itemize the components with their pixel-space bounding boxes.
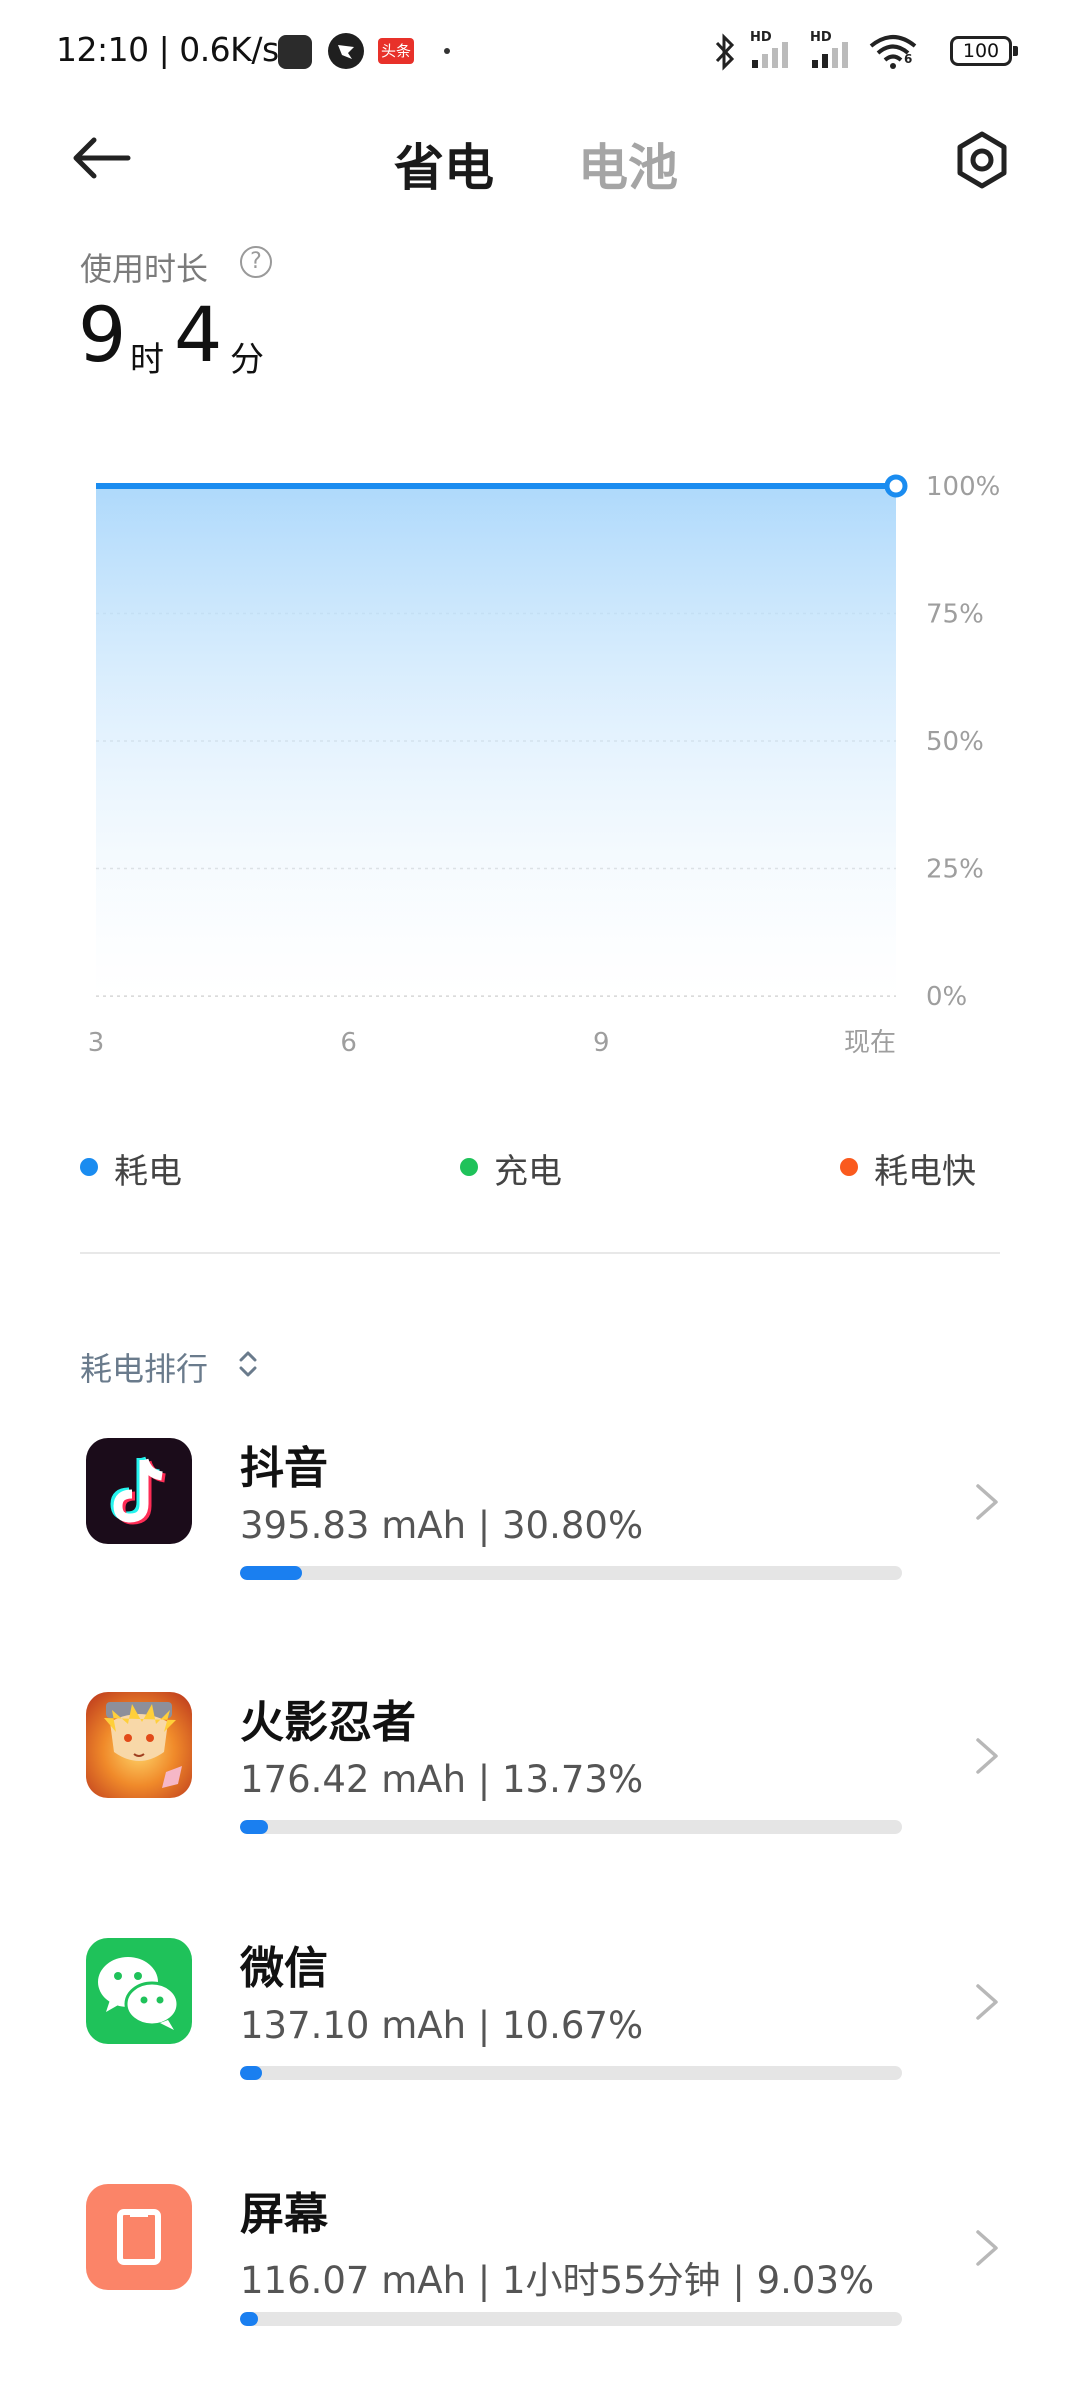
chart-x-tick-label: 3 <box>88 1028 105 1058</box>
help-icon[interactable]: ? <box>240 246 272 278</box>
chart-x-tick-label: 现在 <box>844 1028 896 1058</box>
ranking-sort-label[interactable]: 耗电排行 <box>80 1344 208 1390</box>
app-name: 抖音 <box>240 1443 328 1494</box>
chevron-right-icon <box>976 1984 998 2020</box>
app-row-wechat[interactable]: 微信 137.10 mAh | 10.67% <box>0 1938 1080 2148</box>
usage-progress-bar <box>240 2312 902 2326</box>
status-bar: 12:10 | 0.6K/s 头条 HD HD 6 100 <box>0 0 1080 100</box>
settings-icon <box>957 131 1007 189</box>
legend-dot-blue <box>80 1158 98 1176</box>
legend-label: 耗电 <box>114 1152 182 1192</box>
battery-icon: 100 <box>950 36 1018 66</box>
settings-button[interactable] <box>952 130 1012 190</box>
app-name: 微信 <box>240 1943 328 1994</box>
chevron-right-icon <box>976 2230 998 2266</box>
usage-progress-bar <box>240 2066 902 2080</box>
chevron-right-icon <box>976 1738 998 1774</box>
usage-progress-fill <box>240 2066 262 2080</box>
notification-app-icon <box>328 33 364 69</box>
tab-battery[interactable]: 电池 <box>578 128 678 200</box>
notification-app-icon <box>278 35 312 69</box>
tiktok-icon <box>86 1438 192 1544</box>
chart-y-tick-label: 100% <box>926 472 1000 502</box>
app-row-douyin[interactable]: 抖音 395.83 mAh | 30.80% <box>0 1438 1080 1648</box>
legend-label: 耗电快 <box>874 1152 976 1192</box>
battery-level-chart: 100% 75% 50% 25% 0% 3 6 9 现在 <box>88 472 1001 1058</box>
app-row-screen[interactable]: 屏幕 116.07 mAh | 1小时55分钟 | 9.03% <box>0 2184 1080 2394</box>
usage-progress-bar <box>240 1820 902 1834</box>
app-row-naruto[interactable]: 火影忍者 176.42 mAh | 13.73% <box>0 1692 1080 1902</box>
chart-y-tick-label: 25% <box>926 855 984 885</box>
app-usage-stats: 116.07 mAh | 1小时55分钟 | 9.03% <box>240 2259 875 2302</box>
usage-progress-fill <box>240 1566 303 1580</box>
legend-dot-orange <box>840 1158 858 1176</box>
app-usage-stats: 395.83 mAh | 30.80% <box>240 1504 644 1547</box>
usage-progress-fill <box>240 2312 259 2326</box>
chart-x-tick-label: 9 <box>593 1028 610 1058</box>
divider <box>80 1252 1000 1254</box>
app-name: 火影忍者 <box>240 1697 416 1748</box>
usage-duration-label: 使用时长 <box>80 250 209 288</box>
cellular-signal-icon <box>752 42 788 68</box>
wechat-icon <box>86 1938 192 2044</box>
wifi-6-label: 6 <box>904 52 913 66</box>
tab-power-saving[interactable]: 省电 <box>394 128 494 200</box>
chart-x-tick-label: 6 <box>340 1028 357 1058</box>
usage-progress-bar <box>240 1566 902 1580</box>
more-notifications-dot <box>444 48 450 54</box>
toutiao-icon: 头条 <box>378 38 414 64</box>
chart-y-tick-label: 75% <box>926 600 984 630</box>
usage-minutes-value: 4 <box>174 290 223 379</box>
usage-minutes-unit: 分 <box>230 340 264 380</box>
chevron-right-icon <box>976 1484 998 1520</box>
app-usage-stats: 176.42 mAh | 13.73% <box>240 1758 644 1801</box>
app-name: 屏幕 <box>240 2189 328 2240</box>
usage-hours-value: 9 <box>78 290 127 379</box>
bluetooth-icon <box>715 33 735 71</box>
chart-y-tick-label: 50% <box>926 727 984 757</box>
screen-icon <box>86 2184 192 2290</box>
app-usage-stats: 137.10 mAh | 10.67% <box>240 2004 644 2047</box>
naruto-icon <box>86 1692 192 1798</box>
cellular-signal-icon <box>812 42 848 68</box>
arrow-left-icon <box>73 137 131 179</box>
legend-label: 充电 <box>494 1152 562 1192</box>
chart-y-tick-label: 0% <box>926 982 967 1012</box>
chart-area-fill <box>96 486 896 996</box>
sort-toggle-icon[interactable] <box>236 1346 260 1382</box>
back-button[interactable] <box>68 128 148 188</box>
usage-progress-fill <box>240 1820 268 1834</box>
status-time-speed: 12:10 | 0.6K/s <box>56 30 279 69</box>
legend-dot-green <box>460 1158 478 1176</box>
usage-hours-unit: 时 <box>130 340 164 380</box>
chart-current-point <box>884 474 908 498</box>
